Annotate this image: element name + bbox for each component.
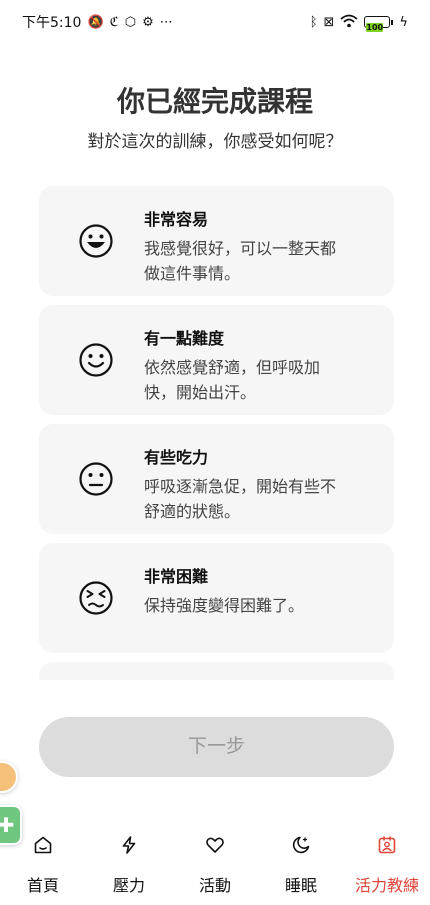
lightning-icon [122, 836, 136, 854]
option-title: 非常困難 [144, 567, 209, 586]
status-right: ᛒ ⊠ 100 ϟ [309, 14, 408, 32]
option-description: 我感覺很好，可以一整天都做這件事情。 [144, 239, 337, 283]
nav-item-sleep[interactable]: 睡眠 [258, 820, 344, 905]
status-left: 下午5:10 🔕 ℭ ⬡ ⚙ ⋯ [22, 12, 173, 32]
difficulty-options-list: 非常容易 我感覺很好，可以一整天都做這件事情。 有一點難度 依然感覺舒適，但呼吸… [39, 186, 394, 680]
next-step-button[interactable]: 下一步 [39, 717, 394, 777]
option-very-hard[interactable]: 非常困難 保持強度變得困難了。 [39, 543, 394, 653]
nav-label: 睡眠 [284, 876, 317, 895]
sync-icon: ℭ [109, 14, 119, 30]
option-title: 有些吃力 [144, 448, 209, 467]
more-icon: ⋯ [159, 14, 173, 30]
status-time: 下午5:10 [22, 15, 82, 31]
option-description: 保持強度變得困難了。 [144, 596, 305, 615]
bottom-nav: 首頁 壓力 活動 睡眠 活力教練 [0, 820, 430, 905]
heart-icon [206, 837, 224, 853]
status-bar: 下午5:10 🔕 ℭ ⬡ ⚙ ⋯ ᛒ ⊠ 100 ϟ [0, 0, 430, 44]
option-title: 非常容易 [144, 210, 209, 229]
smiling-face-icon [79, 343, 113, 377]
nav-item-home[interactable]: 首頁 [0, 820, 86, 905]
neutral-face-icon [79, 462, 113, 496]
home-icon [34, 836, 52, 854]
wifi-icon [340, 14, 359, 31]
battery-icon: 100 [364, 16, 394, 32]
option-somewhat-strenuous[interactable]: 有些吃力 呼吸逐漸急促，開始有些不舒適的狀態。 [39, 424, 394, 534]
floating-assistant-bubble[interactable] [0, 761, 18, 793]
gear-icon: ⚙ [142, 14, 154, 30]
muted-bell-icon: 🔕 [87, 14, 104, 30]
coach-icon [378, 836, 396, 854]
page-title: 你已經完成課程 [116, 85, 313, 118]
nav-label: 壓力 [112, 876, 145, 895]
nav-item-stress[interactable]: 壓力 [86, 820, 172, 905]
laughing-face-icon [79, 224, 113, 258]
battery-level: 100 [366, 23, 384, 32]
squinting-face-icon [79, 581, 113, 615]
option-partially-hidden[interactable] [39, 662, 394, 680]
option-a-little-hard[interactable]: 有一點難度 依然感覺舒適，但呼吸加快，開始出汗。 [39, 305, 394, 415]
option-description: 依然感覺舒適，但呼吸加快，開始出汗。 [144, 358, 321, 402]
option-title: 有一點難度 [144, 329, 225, 348]
shield-icon: ⬡ [124, 14, 137, 30]
nav-item-activity[interactable]: 活動 [172, 820, 258, 905]
charging-icon: ϟ [399, 14, 408, 30]
nav-item-coach[interactable]: 活力教練 [344, 820, 430, 905]
nav-label: 活動 [198, 876, 231, 895]
nav-label: 活力教練 [354, 876, 419, 895]
option-description: 呼吸逐漸急促，開始有些不舒適的狀態。 [144, 477, 337, 521]
moon-icon [292, 836, 310, 854]
option-very-easy[interactable]: 非常容易 我感覺很好，可以一整天都做這件事情。 [39, 186, 394, 296]
bluetooth-icon: ᛒ [309, 14, 318, 30]
sim-off-icon: ⊠ [323, 14, 335, 30]
page-subtitle: 對於這次的訓練，你感受如何呢？ [87, 132, 343, 152]
nav-label: 首頁 [26, 876, 59, 895]
